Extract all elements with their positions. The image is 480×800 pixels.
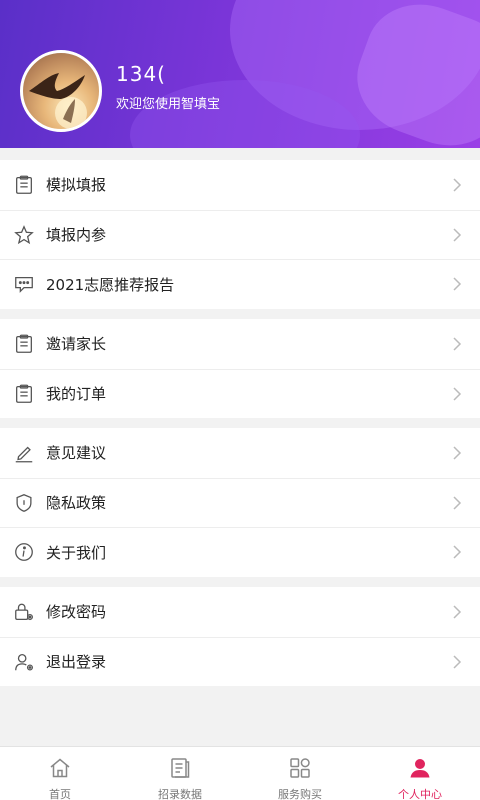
menu-item-label: 填报内参 bbox=[46, 226, 107, 245]
menu-item-label: 退出登录 bbox=[46, 653, 107, 672]
tab-home[interactable]: 首页 bbox=[0, 747, 120, 800]
lock-gear-icon bbox=[15, 603, 33, 620]
clipboard-icon bbox=[16, 384, 32, 403]
menu-item-insider-reference[interactable]: 填报内参 bbox=[0, 209, 480, 260]
clipboard-icon bbox=[16, 334, 32, 353]
menu-item-about-us[interactable]: 关于我们 bbox=[0, 527, 480, 577]
menu-item-label: 2021志愿推荐报告 bbox=[46, 275, 175, 294]
menu-item-label: 隐私政策 bbox=[46, 494, 107, 513]
chevron-right-icon bbox=[453, 655, 462, 669]
menu-item-label: 意见建议 bbox=[46, 444, 107, 463]
tab-label: 招录数据 bbox=[158, 788, 202, 800]
tab-admission-data[interactable]: 招录数据 bbox=[120, 747, 240, 800]
menu-item-privacy-policy[interactable]: 隐私政策 bbox=[0, 477, 480, 528]
menu-group-3: 意见建议 隐私政策 关于我们 bbox=[0, 428, 480, 577]
menu-group-4: 修改密码 退出登录 bbox=[0, 587, 480, 686]
tab-label: 个人中心 bbox=[398, 788, 442, 800]
menu-item-label: 模拟填报 bbox=[46, 176, 107, 195]
menu-item-label: 关于我们 bbox=[46, 543, 107, 562]
person-icon bbox=[410, 759, 430, 778]
chevron-right-icon bbox=[453, 387, 462, 401]
menu-group-1: 模拟填报 填报内参 2021志愿推荐报告 bbox=[0, 160, 480, 309]
menu-item-label: 修改密码 bbox=[46, 603, 107, 622]
menu-item-recommendation-report[interactable]: 2021志愿推荐报告 bbox=[0, 259, 480, 309]
menu-item-feedback[interactable]: 意见建议 bbox=[0, 428, 480, 478]
user-gear-icon bbox=[15, 653, 33, 671]
home-icon bbox=[50, 758, 70, 778]
chevron-right-icon bbox=[453, 178, 462, 192]
clipboard-icon bbox=[16, 175, 32, 194]
chevron-right-icon bbox=[453, 277, 462, 291]
tab-label: 首页 bbox=[49, 788, 71, 800]
menu-item-label: 邀请家长 bbox=[46, 335, 107, 354]
tab-service-purchase[interactable]: 服务购买 bbox=[240, 747, 360, 800]
menu-item-change-password[interactable]: 修改密码 bbox=[0, 587, 480, 637]
chevron-right-icon bbox=[453, 545, 462, 559]
chevron-right-icon bbox=[453, 446, 462, 460]
menu-item-logout[interactable]: 退出登录 bbox=[0, 636, 480, 687]
tab-label: 服务购买 bbox=[278, 788, 322, 800]
chevron-right-icon bbox=[453, 228, 462, 242]
star-icon bbox=[14, 224, 34, 244]
menu-group-2: 邀请家长 我的订单 bbox=[0, 319, 480, 418]
tab-personal-center[interactable]: 个人中心 bbox=[360, 747, 480, 800]
menu-item-my-orders[interactable]: 我的订单 bbox=[0, 368, 480, 419]
menu-item-invite-parents[interactable]: 邀请家长 bbox=[0, 319, 480, 369]
chat-icon bbox=[15, 277, 33, 294]
profile-header: 134( 欢迎您使用智填宝 bbox=[0, 0, 480, 148]
avatar[interactable] bbox=[20, 50, 102, 132]
chevron-right-icon bbox=[453, 605, 462, 619]
info-icon bbox=[15, 543, 33, 562]
welcome-text: 欢迎您使用智填宝 bbox=[116, 97, 221, 112]
shield-icon bbox=[16, 493, 32, 512]
chevron-right-icon bbox=[453, 496, 462, 510]
username: 134( bbox=[116, 62, 166, 86]
chevron-right-icon bbox=[453, 337, 462, 351]
pencil-icon bbox=[15, 446, 33, 463]
document-icon bbox=[171, 758, 190, 778]
grid-icon bbox=[290, 758, 310, 778]
menu-item-label: 我的订单 bbox=[46, 385, 107, 404]
bottom-tab-bar: 首页 招录数据 服务购买 个人中心 bbox=[0, 746, 480, 800]
menu-item-mock-fill[interactable]: 模拟填报 bbox=[0, 160, 480, 210]
